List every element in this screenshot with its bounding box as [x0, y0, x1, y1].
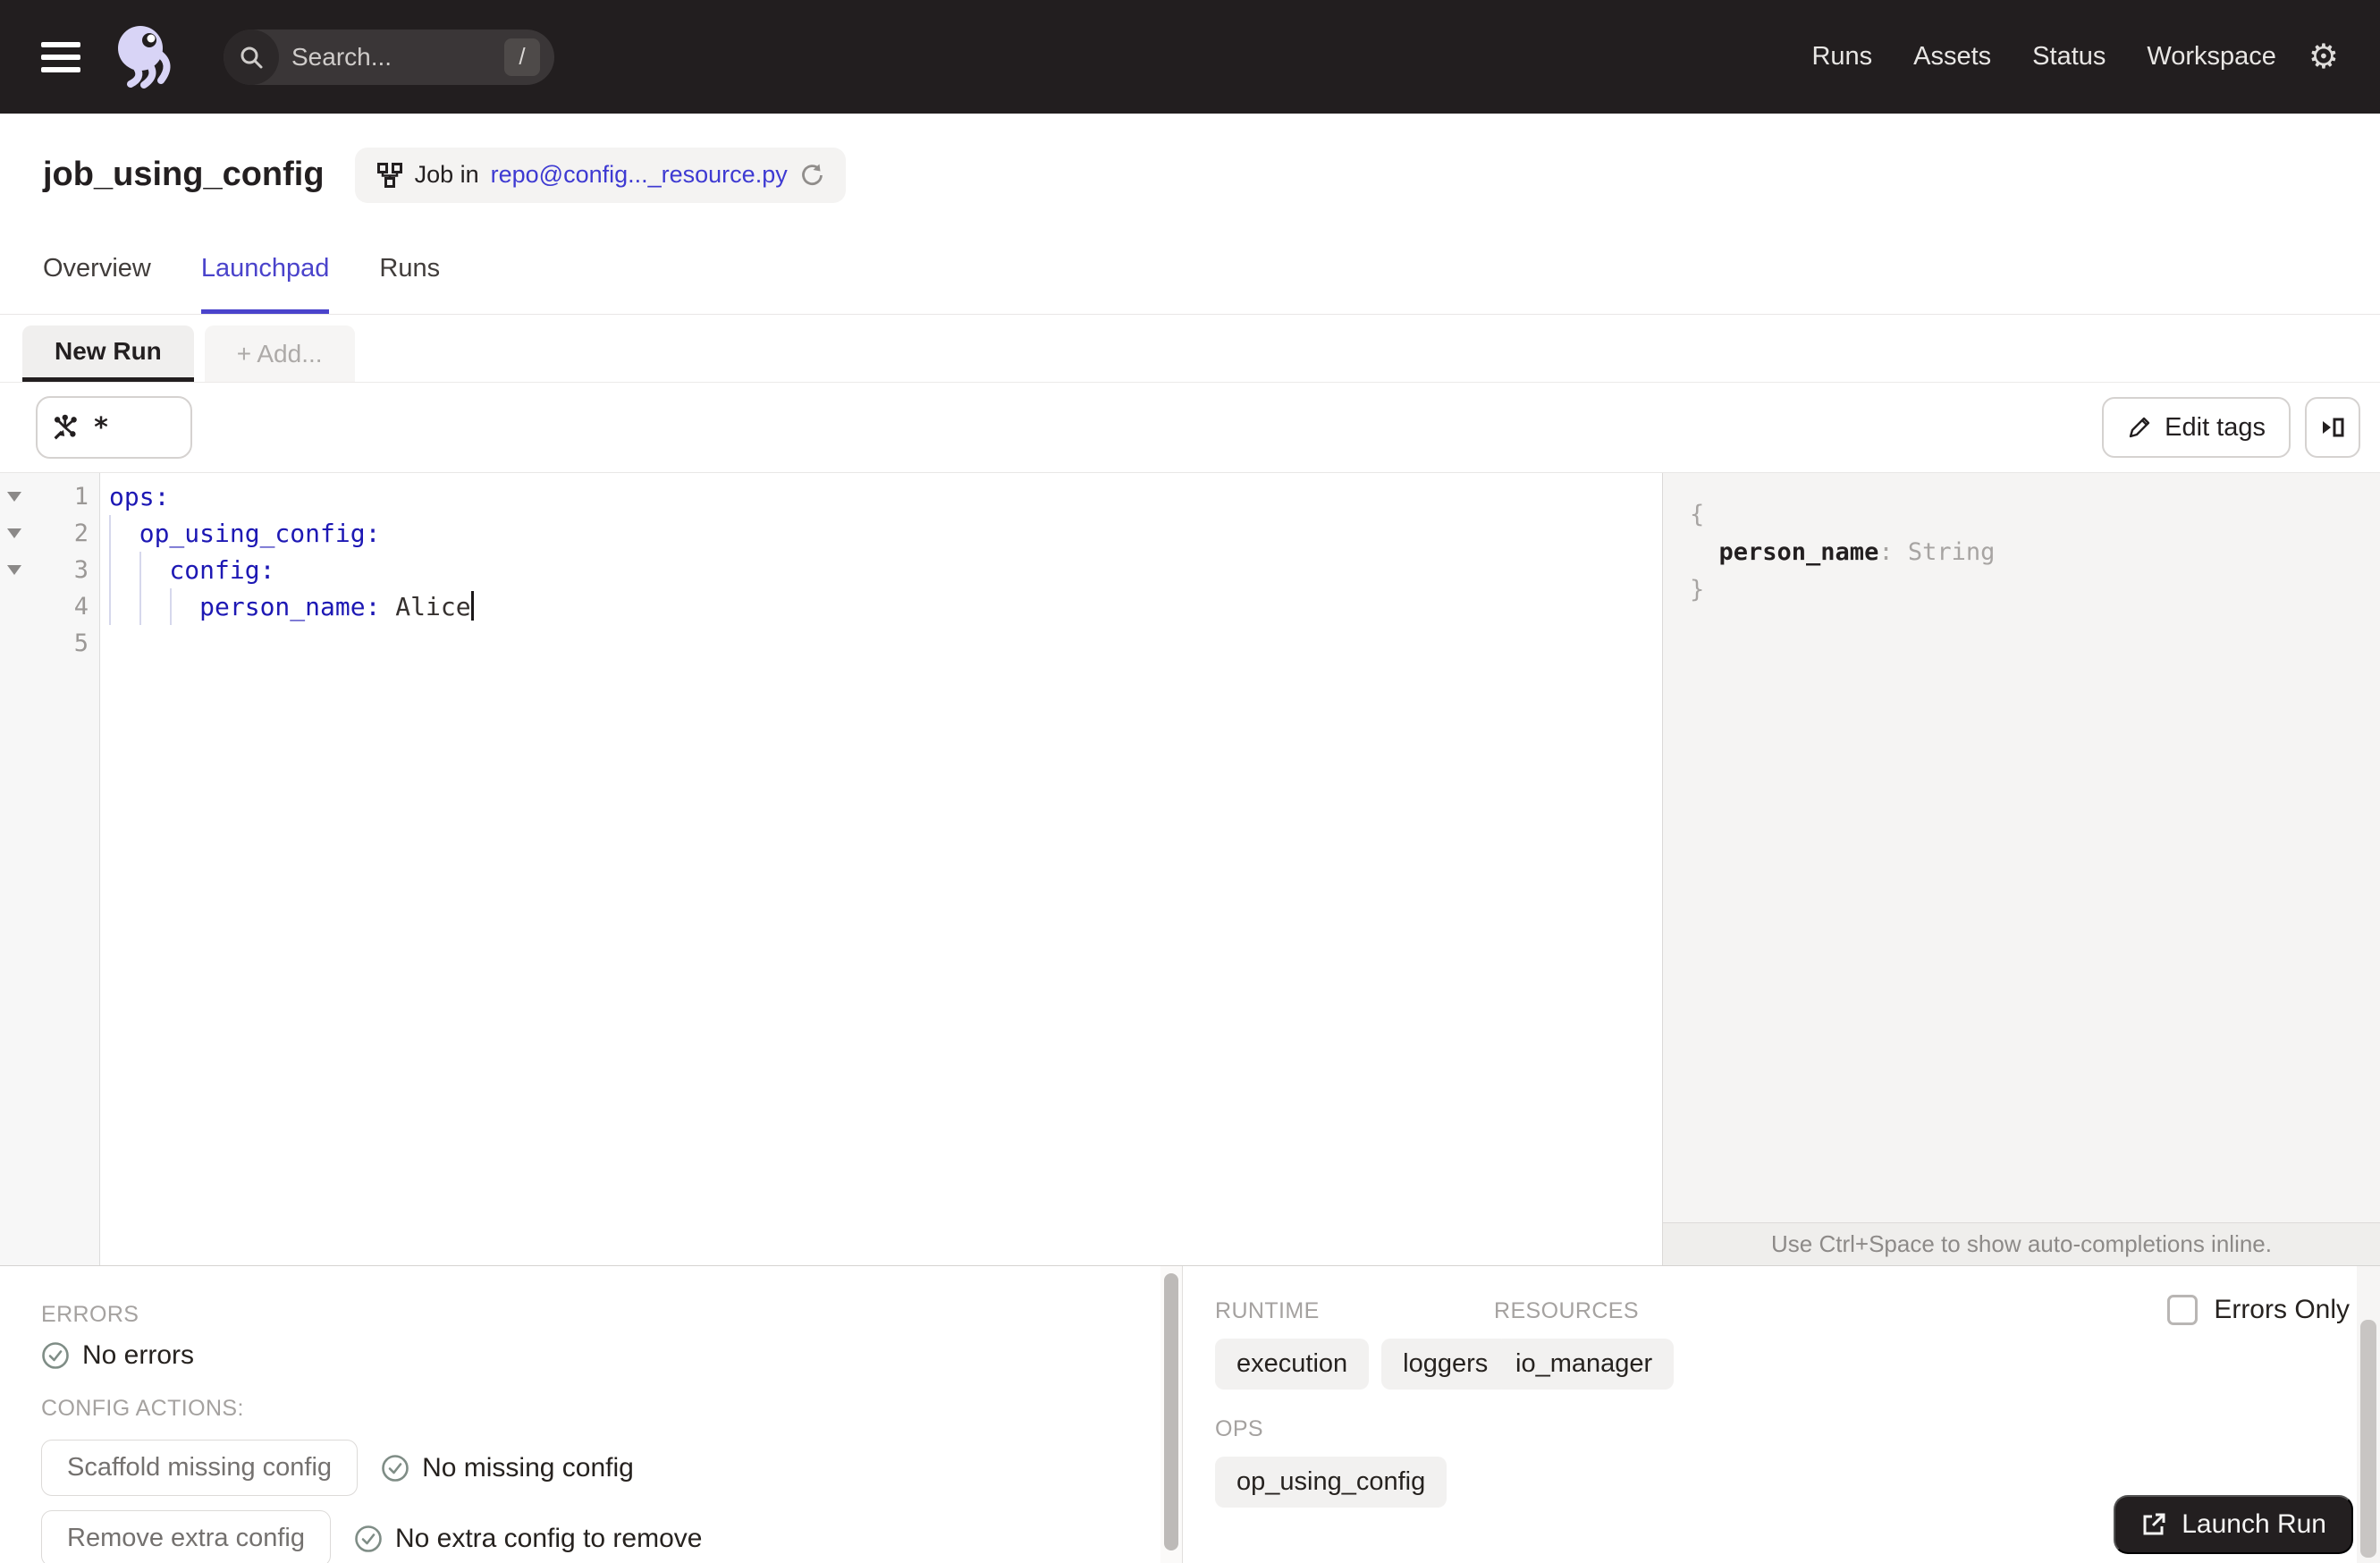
- global-search: /: [224, 29, 554, 85]
- remove-extra-config-button[interactable]: Remove extra config: [41, 1510, 331, 1563]
- scrollbar-thumb[interactable]: [2360, 1320, 2376, 1558]
- resource-tag[interactable]: io_manager: [1494, 1339, 1675, 1390]
- errors-only-checkbox[interactable]: [2167, 1295, 2199, 1325]
- pencil-icon: [2129, 417, 2150, 438]
- line-number: 3: [73, 556, 89, 584]
- settings-gear-icon[interactable]: ⚙: [2308, 40, 2339, 74]
- launch-run-label: Launch Run: [2182, 1509, 2326, 1539]
- errors-panel-scrollbar[interactable]: [1160, 1266, 1183, 1563]
- nav-assets[interactable]: Assets: [1913, 42, 1991, 72]
- code-line: ops:: [109, 482, 170, 511]
- reload-icon[interactable]: [799, 163, 824, 188]
- launch-icon: [2143, 1513, 2165, 1535]
- nav-workspace[interactable]: Workspace: [2147, 42, 2276, 72]
- line-number: 4: [73, 593, 89, 621]
- tab-launchpad[interactable]: Launchpad: [200, 224, 329, 314]
- launchpad-page: / Runs Assets Status Workspace ⚙ job_usi…: [0, 0, 2380, 1563]
- launch-run-button[interactable]: Launch Run: [2114, 1495, 2353, 1554]
- schema-brace: }: [1690, 576, 1705, 604]
- nav-links: Runs Assets Status Workspace: [1811, 42, 2275, 72]
- no-errors-row: No errors: [41, 1340, 1160, 1371]
- top-navbar: / Runs Assets Status Workspace ⚙: [0, 0, 2380, 114]
- fold-arrow-icon[interactable]: [0, 565, 29, 575]
- code-line: op_using_config:: [109, 519, 381, 548]
- errors-only-label: Errors Only: [2214, 1295, 2350, 1324]
- errors-only-control: Errors Only: [2167, 1295, 2350, 1325]
- no-missing-config-text: No missing config: [422, 1452, 634, 1483]
- launchpad-main: 1 2 3 4 5 ops: op_using_config: config: …: [0, 472, 2380, 1265]
- editor-gutter: 1 2 3 4 5: [0, 473, 100, 1265]
- line-number: 1: [73, 483, 89, 511]
- expand-panel-icon: [2323, 418, 2344, 437]
- runtime-tag[interactable]: loggers: [1381, 1339, 1510, 1390]
- tab-runs[interactable]: Runs: [379, 224, 440, 314]
- workspace-hierarchy-icon: [376, 162, 402, 188]
- op-selector-value: *: [93, 411, 110, 444]
- no-extra-config-row: No extra config to remove: [354, 1523, 703, 1554]
- runtime-tag[interactable]: execution: [1215, 1339, 1370, 1390]
- scaffold-missing-config-button[interactable]: Scaffold missing config: [41, 1440, 359, 1496]
- resources-label: RESOURCES: [1494, 1298, 1639, 1323]
- search-input[interactable]: [291, 42, 475, 72]
- text-cursor: [470, 591, 474, 621]
- job-repo-link[interactable]: repo@config..._resource.py: [491, 161, 788, 189]
- fold-arrow-icon[interactable]: [0, 528, 29, 538]
- tab-overview[interactable]: Overview: [43, 224, 151, 314]
- bottom-panel: ERRORS No errors CONFIG ACTIONS: Scaffol…: [0, 1265, 2380, 1563]
- page-title: job_using_config: [43, 156, 325, 193]
- indent-guide: [139, 552, 141, 625]
- no-extra-config-text: No extra config to remove: [394, 1523, 703, 1553]
- job-tabs: Overview Launchpad Runs: [0, 224, 2380, 315]
- schema-brace: {: [1690, 501, 1705, 528]
- add-config-tab-button[interactable]: + Add...: [204, 325, 355, 382]
- code-line: config:: [109, 555, 275, 585]
- job-badge-prefix: Job in: [414, 161, 479, 188]
- check-circle-icon: [355, 1525, 382, 1552]
- menu-icon[interactable]: [41, 41, 80, 72]
- scrollbar-thumb[interactable]: [1164, 1273, 1178, 1550]
- indent-guide: [109, 515, 111, 625]
- config-editor: 1 2 3 4 5 ops: op_using_config: config: …: [0, 473, 1662, 1265]
- remove-row: Remove extra config No extra config to r…: [41, 1510, 1160, 1563]
- yaml-editor-area[interactable]: ops: op_using_config: config: person_nam…: [100, 473, 1662, 1265]
- code-line: person_name: Alice: [109, 588, 1662, 625]
- search-icon: [224, 29, 279, 85]
- nav-status[interactable]: Status: [2032, 42, 2106, 72]
- dagster-logo-icon[interactable]: [113, 21, 182, 93]
- config-tabs: New Run + Add...: [0, 315, 2380, 383]
- search-shortcut-badge: /: [504, 38, 540, 76]
- scaffold-row: Scaffold missing config No missing confi…: [41, 1440, 1160, 1496]
- errors-label: ERRORS: [41, 1302, 139, 1327]
- check-circle-icon: [382, 1454, 409, 1482]
- op-selector-icon: [54, 414, 77, 440]
- launchpad-toolbar: * Edit tags: [0, 383, 2380, 472]
- expand-panel-button[interactable]: [2305, 397, 2360, 458]
- job-header: job_using_config Job in repo@config..._r…: [0, 114, 2380, 224]
- errors-panel: ERRORS No errors CONFIG ACTIONS: Scaffol…: [0, 1266, 1160, 1563]
- run-structure-panel: RUNTIME execution loggers RESOURCES io_m…: [1183, 1266, 2357, 1563]
- indent-guide: [170, 588, 172, 625]
- edit-tags-button[interactable]: Edit tags: [2102, 397, 2291, 458]
- no-missing-config-row: No missing config: [381, 1453, 634, 1483]
- check-circle-icon: [42, 1342, 69, 1369]
- line-number: 5: [73, 629, 89, 657]
- schema-field: person_name: String: [1690, 538, 1996, 566]
- runtime-label: RUNTIME: [1215, 1298, 1320, 1323]
- no-errors-text: No errors: [82, 1340, 195, 1370]
- config-actions-label: CONFIG ACTIONS:: [41, 1396, 244, 1421]
- structure-panel-scrollbar[interactable]: [2357, 1266, 2380, 1563]
- tab-new-run[interactable]: New Run: [22, 325, 194, 382]
- op-tag[interactable]: op_using_config: [1215, 1457, 1447, 1508]
- line-number: 2: [73, 520, 89, 547]
- nav-runs[interactable]: Runs: [1811, 42, 1872, 72]
- op-selector-input[interactable]: *: [36, 396, 192, 459]
- config-schema-panel: { person_name: String } Use Ctrl+Space t…: [1662, 473, 2380, 1265]
- edit-tags-label: Edit tags: [2165, 412, 2266, 442]
- ops-label: OPS: [1215, 1416, 1263, 1441]
- autocomplete-hint: Use Ctrl+Space to show auto-completions …: [1663, 1222, 2380, 1265]
- fold-arrow-icon[interactable]: [0, 492, 29, 502]
- job-location-badge: Job in repo@config..._resource.py: [354, 147, 846, 203]
